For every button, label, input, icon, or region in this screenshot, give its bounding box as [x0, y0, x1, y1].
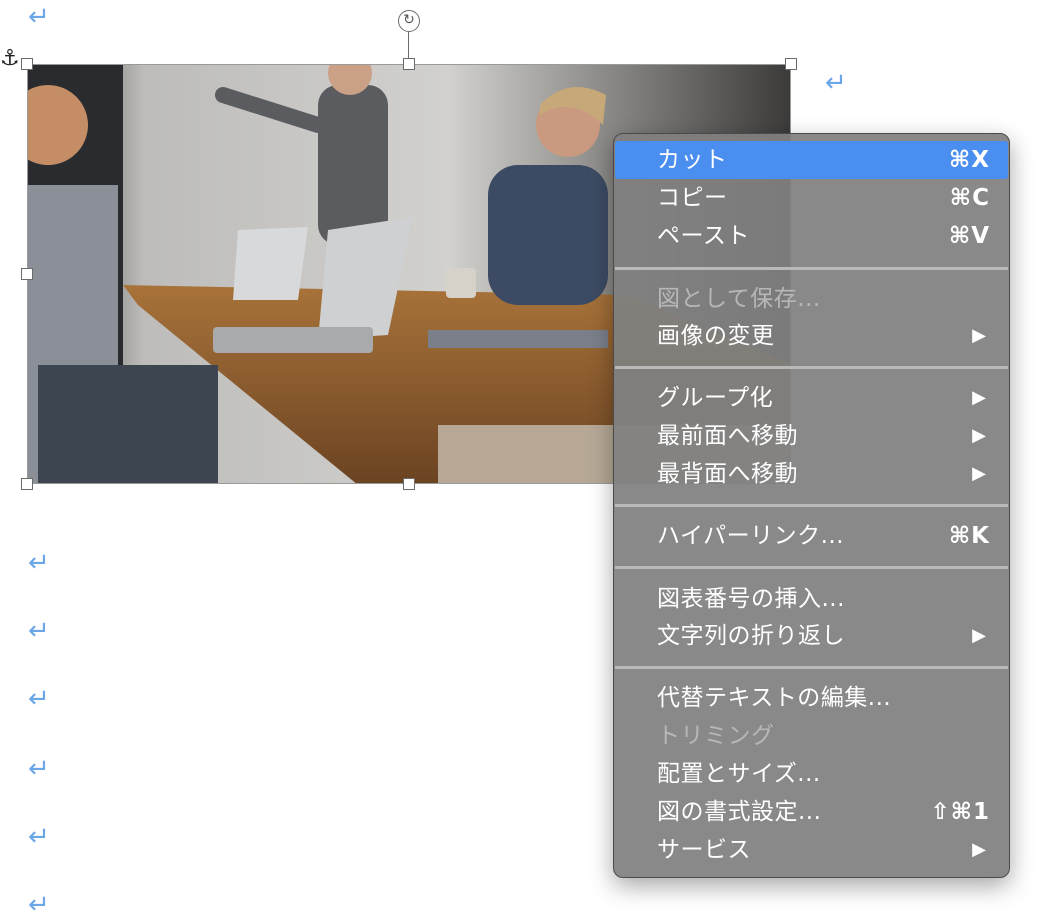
menu-item-cut[interactable]: カット ⌘X — [615, 141, 1008, 179]
menu-item-insert-caption[interactable]: 図表番号の挿入... — [615, 580, 1008, 618]
menu-item-hyperlink[interactable]: ハイパーリンク... ⌘K — [615, 517, 1008, 555]
menu-item-label: 配置とサイズ... — [657, 761, 821, 787]
rotate-handle-stem — [408, 32, 409, 60]
paragraph-mark: ↵ — [28, 684, 50, 714]
shortcut-label: ⌘X — [948, 147, 990, 173]
menu-item-position-and-size[interactable]: 配置とサイズ... — [615, 755, 1008, 793]
paragraph-mark: ↵ — [28, 890, 50, 920]
menu-separator — [615, 504, 1008, 507]
menu-item-label: 文字列の折り返し — [657, 623, 845, 649]
menu-item-paste[interactable]: ペースト ⌘V — [615, 217, 1008, 255]
resize-handle-top-left[interactable] — [21, 58, 33, 70]
paragraph-mark: ↵ — [28, 2, 50, 32]
resize-handle-bottom-left[interactable] — [21, 478, 33, 490]
menu-item-label: 最背面へ移動 — [657, 461, 798, 487]
submenu-arrow-icon: ▶ — [972, 425, 986, 446]
shortcut-label: ⌘V — [948, 223, 990, 249]
submenu-arrow-icon: ▶ — [972, 463, 986, 484]
shortcut-label: ⌘K — [948, 523, 990, 549]
menu-separator — [615, 566, 1008, 569]
menu-item-label: ペースト — [657, 223, 750, 249]
menu-item-label: 図の書式設定... — [657, 799, 822, 825]
menu-item-label: 最前面へ移動 — [657, 423, 798, 449]
menu-item-save-as-picture: 図として保存... — [615, 280, 1008, 318]
menu-item-label: グループ化 — [657, 385, 774, 411]
resize-handle-left[interactable] — [21, 268, 33, 280]
menu-item-label: カット — [657, 147, 728, 173]
menu-item-label: サービス — [657, 837, 751, 863]
paragraph-mark: ↵ — [28, 754, 50, 784]
menu-item-label: コピー — [657, 185, 728, 211]
menu-item-change-picture[interactable]: 画像の変更 ▶ — [615, 317, 1008, 355]
menu-item-wrap-text[interactable]: 文字列の折り返し ▶ — [615, 617, 1008, 655]
menu-item-format-picture[interactable]: 図の書式設定... ⇧⌘1 — [615, 793, 1008, 831]
resize-handle-bottom[interactable] — [403, 478, 415, 490]
rotate-handle[interactable]: ↻ — [398, 10, 420, 32]
anchor-icon[interactable]: ⚓ — [0, 48, 20, 70]
paragraph-mark: ↵ — [28, 822, 50, 852]
menu-item-bring-to-front[interactable]: 最前面へ移動 ▶ — [615, 417, 1008, 455]
paragraph-mark: ↵ — [28, 616, 50, 646]
resize-handle-top[interactable] — [403, 58, 415, 70]
submenu-arrow-icon: ▶ — [972, 625, 986, 646]
menu-item-send-to-back[interactable]: 最背面へ移動 ▶ — [615, 455, 1008, 493]
submenu-arrow-icon: ▶ — [972, 325, 986, 346]
menu-item-services[interactable]: サービス ▶ — [615, 831, 1008, 869]
menu-item-copy[interactable]: コピー ⌘C — [615, 179, 1008, 217]
menu-item-crop: トリミング — [615, 717, 1008, 755]
menu-item-label: 図として保存... — [657, 286, 821, 312]
paragraph-mark: ↵ — [28, 548, 50, 578]
menu-separator — [615, 666, 1008, 669]
resize-handle-top-right[interactable] — [785, 58, 797, 70]
menu-item-label: 図表番号の挿入... — [657, 586, 845, 612]
submenu-arrow-icon: ▶ — [972, 387, 986, 408]
menu-item-label: トリミング — [657, 723, 775, 749]
menu-item-label: 代替テキストの編集... — [657, 685, 892, 711]
submenu-arrow-icon: ▶ — [972, 839, 986, 860]
shortcut-label: ⌘C — [949, 185, 990, 211]
context-menu: カット ⌘X コピー ⌘C ペースト ⌘V 図として保存... 画像の変更 ▶ … — [613, 133, 1010, 878]
shortcut-label: ⇧⌘1 — [930, 799, 990, 825]
paragraph-mark: ↵ — [825, 68, 847, 98]
menu-item-label: ハイパーリンク... — [657, 523, 845, 549]
menu-item-edit-alt-text[interactable]: 代替テキストの編集... — [615, 679, 1008, 717]
menu-item-label: 画像の変更 — [657, 323, 775, 349]
menu-separator — [615, 366, 1008, 369]
menu-separator — [615, 267, 1008, 270]
menu-item-group[interactable]: グループ化 ▶ — [615, 379, 1008, 417]
